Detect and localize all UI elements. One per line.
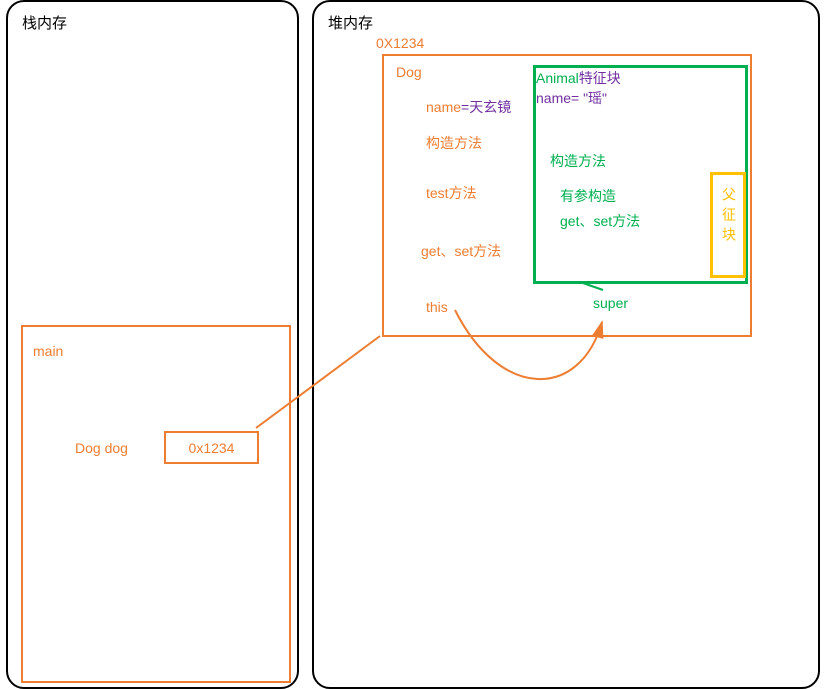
heap-title: 堆内存: [328, 12, 373, 33]
parent-block-text: 父征块: [719, 187, 739, 247]
stack-memory-panel: 栈内存 main Dog dog 0x1234: [6, 0, 299, 689]
main-label: main: [33, 343, 63, 359]
dog-name-field: name=天玄镜: [426, 97, 511, 117]
heap-object-address: 0X1234: [376, 35, 424, 51]
dog-class-name: Dog: [396, 64, 422, 80]
heap-memory-panel: 堆内存 0X1234 Dog name=天玄镜 构造方法 test方法 get、…: [312, 0, 820, 689]
animal-block-title: Animal特征块: [536, 68, 745, 88]
animal-feature-block: Animal特征块 name= "瑶" 构造方法 有参构造 get、set方法 …: [533, 65, 748, 284]
main-stack-frame: main Dog dog 0x1234: [21, 325, 291, 683]
dog-getset-methods: get、set方法: [421, 241, 501, 261]
animal-title-part1: Animal: [536, 70, 579, 86]
animal-title-part2: 特征块: [579, 70, 621, 86]
dog-test-method: test方法: [426, 183, 477, 203]
animal-arg-constructor: 有参构造: [560, 186, 616, 206]
dog-constructor: 构造方法: [426, 133, 482, 153]
animal-getset-methods: get、set方法: [560, 211, 640, 231]
animal-name-field: name= "瑶": [536, 88, 745, 108]
dog-object-block: Dog name=天玄镜 构造方法 test方法 get、set方法 this …: [382, 54, 752, 337]
parent-feature-block: 父征块: [710, 172, 746, 278]
dog-super-label: super: [593, 295, 628, 311]
dog-this-label: this: [426, 299, 448, 315]
stack-title: 栈内存: [22, 12, 67, 33]
dog-name-eq: =: [461, 99, 469, 115]
animal-constructor: 构造方法: [550, 151, 606, 171]
dog-variable-declaration: Dog dog: [75, 440, 128, 456]
dog-variable-address: 0x1234: [164, 431, 259, 464]
dog-name-value: 天玄镜: [469, 99, 511, 115]
dog-name-key: name: [426, 99, 461, 115]
